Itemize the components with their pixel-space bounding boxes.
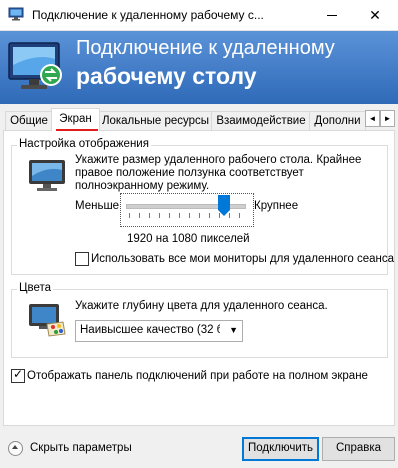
banner-title-line1: Подключение к удаленному: [76, 37, 335, 59]
color-depth-value: Наивысшее качество (32 бит: [80, 324, 220, 336]
close-button[interactable]: ✕: [352, 0, 398, 30]
tab-scroll-left-button[interactable]: ◄: [365, 110, 380, 127]
colors-group-legend: Цвета: [17, 282, 54, 294]
color-depth-select[interactable]: Наивысшее качество (32 бит ▼: [75, 320, 243, 342]
display-desc-line1: Укажите размер удаленного рабочего стола…: [75, 154, 362, 166]
use-all-monitors-label[interactable]: Использовать все мои мониторы для удален…: [91, 252, 394, 266]
close-icon: ✕: [369, 7, 381, 23]
resolution-slider-thumb[interactable]: [218, 195, 230, 217]
slider-min-label: Меньше: [75, 200, 120, 212]
arrow-left-icon: ◄: [368, 114, 377, 123]
display-desc-line3: полноэкранному режиму.: [75, 180, 210, 192]
color-palette-icon: [29, 304, 66, 337]
remote-desktop-icon: [8, 7, 24, 21]
title-bar: Подключение к удаленному рабочему с... ✕: [0, 0, 398, 31]
connect-button[interactable]: Подключить: [242, 437, 319, 461]
window-title: Подключение к удаленному рабочему с...: [32, 8, 264, 22]
tab-display[interactable]: Экран: [51, 108, 100, 131]
show-connection-bar-checkbox[interactable]: [11, 367, 25, 383]
use-all-monitors-checkbox[interactable]: [75, 252, 89, 266]
colors-desc: Укажите глубину цвета для удаленного сеа…: [75, 300, 328, 312]
tab-strip: Общие Экран Локальные ресурсы Взаимодейс…: [0, 108, 398, 131]
hide-options-link[interactable]: Скрыть параметры: [30, 441, 132, 455]
chevron-down-icon: ▼: [229, 325, 238, 335]
arrow-right-icon: ►: [383, 114, 392, 123]
tab-general[interactable]: Общие: [5, 111, 53, 130]
slider-focus-box: [120, 193, 254, 227]
header-banner: Подключение к удаленному рабочему столу: [0, 31, 398, 104]
resolution-value: 1920 на 1080 пикселей: [127, 233, 250, 245]
tab-local-resources[interactable]: Локальные ресурсы: [98, 111, 213, 130]
monitor-icon: [29, 160, 65, 191]
display-desc-line2: правое положение ползунка соответствует: [75, 167, 304, 179]
minimize-button[interactable]: [314, 0, 350, 30]
show-connection-bar-label[interactable]: Отображать панель подключений при работе…: [27, 369, 368, 383]
banner-title-line2: рабочему столу: [76, 63, 257, 89]
help-button[interactable]: Справка: [322, 437, 395, 461]
tab-advanced[interactable]: Дополни: [309, 111, 366, 130]
remote-desktop-icon: [8, 42, 62, 89]
display-group-legend: Настройка отображения: [17, 138, 151, 150]
tab-experience[interactable]: Взаимодействие: [211, 111, 311, 130]
collapse-options-icon[interactable]: [8, 441, 23, 456]
active-tab-underline: [56, 129, 98, 131]
slider-max-label: Крупнее: [254, 200, 299, 212]
tab-scroll-right-button[interactable]: ►: [380, 110, 395, 127]
